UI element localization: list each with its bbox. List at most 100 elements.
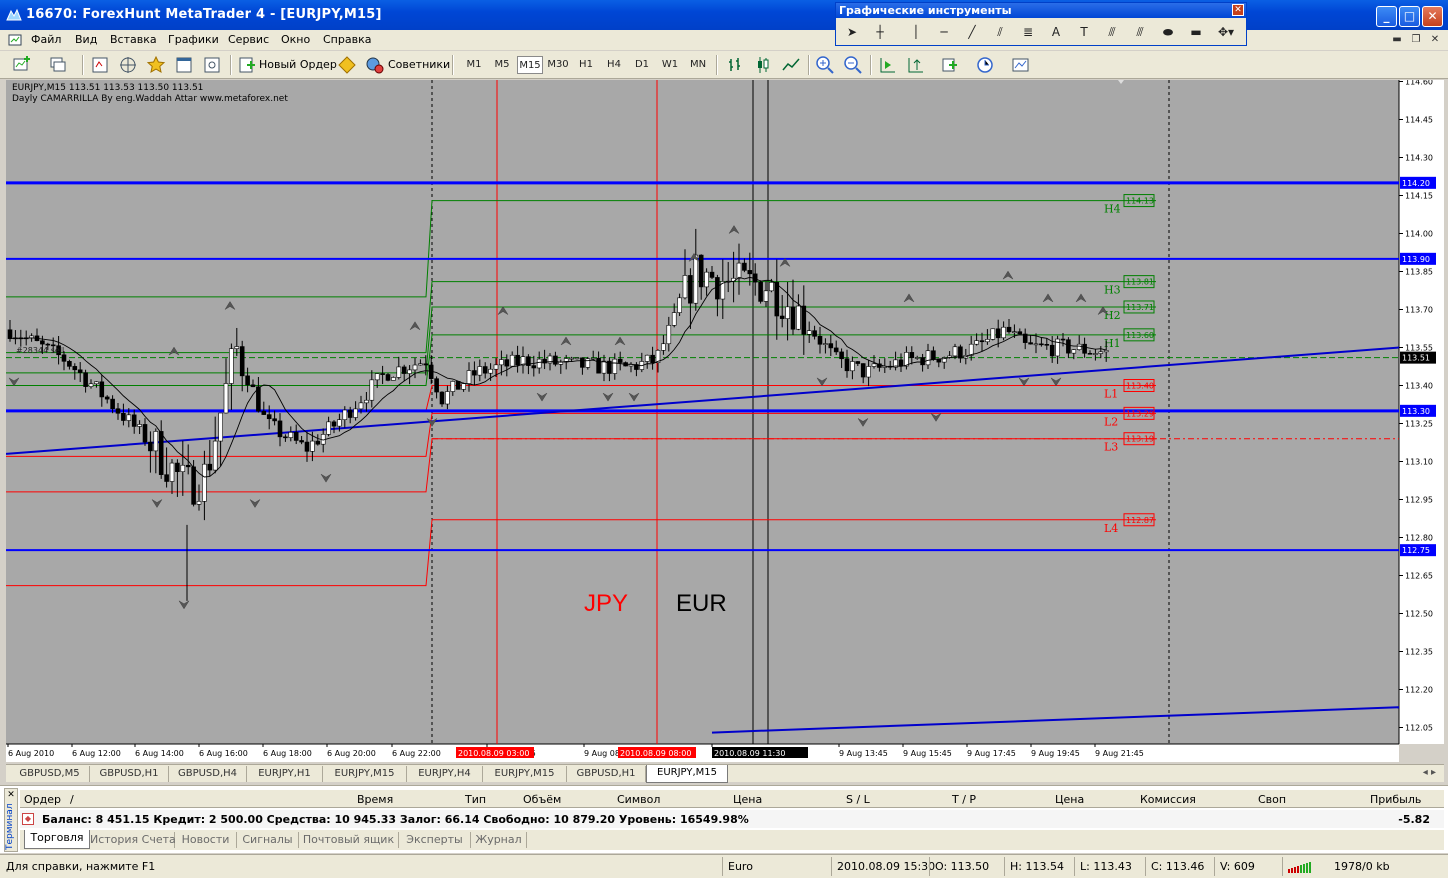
horizontal-line-icon[interactable]: ─ bbox=[934, 22, 954, 42]
column-tp[interactable]: T / P bbox=[952, 793, 976, 806]
new-order-button[interactable]: Новый Ордер bbox=[259, 54, 337, 76]
column-volume[interactable]: Объём bbox=[523, 793, 561, 806]
column-price-current[interactable]: Цена bbox=[1055, 793, 1084, 806]
fibo-arcs-icon[interactable]: ⫻ bbox=[1130, 22, 1150, 42]
rectangle-icon[interactable]: ▬ bbox=[1186, 22, 1206, 42]
terminal-tab[interactable]: Сигналы bbox=[237, 832, 299, 848]
time-tick-label: 6 Aug 2010 bbox=[8, 749, 54, 758]
timeframe-m15[interactable]: M15 bbox=[517, 56, 543, 74]
chart-tab[interactable]: EURJPY,H4 bbox=[407, 766, 483, 782]
favorites-star-icon[interactable] bbox=[146, 55, 166, 75]
balance-row[interactable]: ◆ Баланс: 8 451.15 Кредит: 2 500.00 Сред… bbox=[20, 810, 1444, 828]
trendline-icon[interactable]: ╱ bbox=[962, 22, 982, 42]
terminal-tab[interactable]: Журнал bbox=[471, 832, 527, 848]
menu-help[interactable]: Справка bbox=[323, 33, 371, 46]
chart-tab[interactable]: GBPUSD,H4 bbox=[169, 766, 247, 782]
chart-tab[interactable]: EURJPY,M15 bbox=[483, 766, 567, 782]
menu-insert[interactable]: Вставка bbox=[110, 33, 157, 46]
chart-tab[interactable]: GBPUSD,H1 bbox=[90, 766, 169, 782]
price-tick-label: 112.80 bbox=[1405, 534, 1433, 543]
ellipse-icon[interactable]: ⬬ bbox=[1158, 22, 1178, 42]
candle-body bbox=[418, 363, 423, 366]
text-icon[interactable]: A bbox=[1046, 22, 1066, 42]
timeframe-m1[interactable]: M1 bbox=[461, 56, 487, 74]
terminal-close-icon[interactable]: ✕ bbox=[6, 790, 16, 800]
column-order[interactable]: Ордер bbox=[24, 793, 61, 806]
tab-scroll-icon[interactable]: ◂ ▸ bbox=[1423, 767, 1436, 778]
terminal-tab[interactable]: Эксперты bbox=[399, 832, 471, 848]
candlestick-icon[interactable] bbox=[753, 55, 773, 75]
timeframe-h4[interactable]: H4 bbox=[601, 56, 627, 74]
new-order-icon[interactable] bbox=[237, 55, 257, 75]
chart-window[interactable]: 114.60 114.45 114.30 114.15 114.00 113.85 113.… bbox=[6, 80, 1444, 762]
zoom-in-icon[interactable] bbox=[815, 55, 835, 75]
menu-view[interactable]: Вид bbox=[75, 33, 97, 46]
timeframe-m30[interactable]: M30 bbox=[545, 56, 571, 74]
navigator-icon[interactable] bbox=[118, 55, 138, 75]
status-profile[interactable]: Euro bbox=[728, 860, 753, 873]
column-sort-slash[interactable]: / bbox=[70, 793, 74, 806]
chart-tab[interactable]: GBPUSD,M5 bbox=[10, 766, 90, 782]
timeframe-mn[interactable]: MN bbox=[685, 56, 711, 74]
periods-clock-icon[interactable] bbox=[976, 55, 996, 75]
column-price[interactable]: Цена bbox=[733, 793, 762, 806]
strategy-tester-icon[interactable] bbox=[202, 55, 222, 75]
templates-icon[interactable] bbox=[1011, 55, 1031, 75]
price-tick-label: 113.10 bbox=[1405, 458, 1433, 467]
menu-file[interactable]: Файл bbox=[31, 33, 61, 46]
close-button[interactable]: ✕ bbox=[1422, 6, 1443, 27]
equidistant-channel-icon[interactable]: ⫽ bbox=[990, 22, 1010, 42]
minimize-button[interactable]: _ bbox=[1376, 6, 1397, 27]
text-label-icon[interactable]: T bbox=[1074, 22, 1094, 42]
column-swap[interactable]: Своп bbox=[1258, 793, 1286, 806]
timeframe-w1[interactable]: W1 bbox=[657, 56, 683, 74]
column-sl[interactable]: S / L bbox=[846, 793, 870, 806]
menu-tools[interactable]: Сервис bbox=[228, 33, 269, 46]
fibonacci-icon[interactable]: ≣ bbox=[1018, 22, 1038, 42]
menu-window[interactable]: Окно bbox=[281, 33, 310, 46]
price-chart[interactable]: 114.60 114.45 114.30 114.15 114.00 113.85 113.… bbox=[6, 80, 1444, 762]
terminal-tab[interactable]: История Счета bbox=[90, 832, 176, 848]
auto-scroll-icon[interactable] bbox=[877, 55, 897, 75]
mdi-restore-icon[interactable]: ❐ bbox=[1409, 33, 1423, 47]
menu-charts[interactable]: Графики bbox=[168, 33, 219, 46]
column-type[interactable]: Тип bbox=[465, 793, 486, 806]
chart-tab[interactable]: GBPUSD,H1 bbox=[567, 766, 646, 782]
chart-tab[interactable]: EURJPY,M15 bbox=[646, 765, 728, 783]
terminal-icon[interactable] bbox=[174, 55, 194, 75]
chart-shift-icon[interactable] bbox=[905, 55, 925, 75]
terminal-tab[interactable]: Торговля bbox=[24, 830, 90, 849]
chart-tab[interactable]: EURJPY,H1 bbox=[247, 766, 323, 782]
timeframe-d1[interactable]: D1 bbox=[629, 56, 655, 74]
terminal-tab[interactable]: Новости bbox=[175, 832, 237, 848]
indicator-label: Dayly CAMARRILLA By eng.Waddah Attar www… bbox=[12, 94, 288, 104]
chart-tab[interactable]: EURJPY,M15 bbox=[323, 766, 407, 782]
fibo-fan-icon[interactable]: ⫻ bbox=[1102, 22, 1122, 42]
expert-advisors-icon[interactable] bbox=[365, 55, 385, 75]
column-symbol[interactable]: Символ bbox=[617, 793, 660, 806]
line-chart-icon[interactable] bbox=[781, 55, 801, 75]
column-commission[interactable]: Комиссия bbox=[1140, 793, 1196, 806]
drawing-tools-close-icon[interactable]: ✕ bbox=[1232, 4, 1244, 16]
mdi-close-icon[interactable]: ✕ bbox=[1428, 33, 1442, 47]
new-chart-icon[interactable] bbox=[12, 55, 32, 75]
terminal-tab[interactable]: Почтовый ящик bbox=[299, 832, 399, 848]
arrows-dropdown-icon[interactable]: ✥▾ bbox=[1216, 22, 1236, 42]
profiles-icon[interactable] bbox=[48, 55, 68, 75]
bar-chart-icon[interactable] bbox=[725, 55, 745, 75]
vertical-line-icon[interactable]: │ bbox=[906, 22, 926, 42]
market-watch-icon[interactable] bbox=[90, 55, 110, 75]
maximize-button[interactable]: □ bbox=[1399, 6, 1420, 27]
drawing-tools-header[interactable]: Графические инструменты ✕ bbox=[836, 3, 1246, 18]
column-time[interactable]: Время bbox=[357, 793, 393, 806]
timeframe-m5[interactable]: M5 bbox=[489, 56, 515, 74]
zoom-out-icon[interactable] bbox=[843, 55, 863, 75]
meta-editor-icon[interactable] bbox=[337, 55, 357, 75]
crosshair-icon[interactable]: ┼ bbox=[870, 22, 890, 42]
timeframe-h1[interactable]: H1 bbox=[573, 56, 599, 74]
column-profit[interactable]: Прибыль bbox=[1370, 793, 1421, 806]
mdi-minimize-icon[interactable]: ▬ bbox=[1390, 33, 1404, 47]
indicators-dropdown-icon[interactable] bbox=[941, 55, 961, 75]
expert-advisors-button[interactable]: Советники bbox=[388, 54, 450, 76]
cursor-icon[interactable]: ➤ bbox=[842, 22, 862, 42]
